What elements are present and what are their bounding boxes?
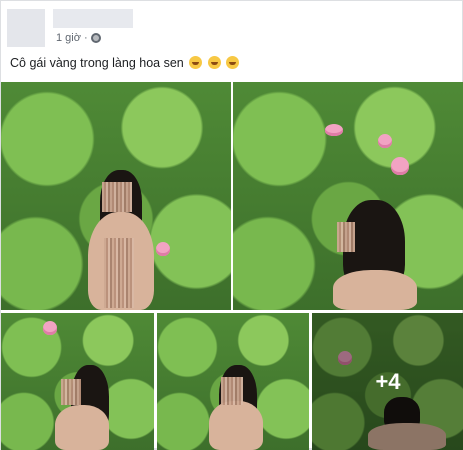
lotus-flower xyxy=(325,124,343,136)
woman-figure xyxy=(53,365,113,450)
lotus-flower xyxy=(43,321,57,335)
post-meta: 1 giờ · xyxy=(56,32,101,44)
lotus-flower xyxy=(156,242,170,256)
post-time[interactable]: 1 giờ xyxy=(56,32,81,44)
post-photo-2[interactable] xyxy=(233,82,463,310)
post-caption: Cô gái vàng trong làng hoa sen xyxy=(10,56,240,70)
woman-figure xyxy=(86,170,156,310)
more-photos-count[interactable]: +4 xyxy=(375,369,400,395)
author-name-redacted[interactable] xyxy=(53,9,133,28)
woman-figure xyxy=(209,365,264,450)
dot-separator: · xyxy=(83,32,88,44)
post-photo-4[interactable] xyxy=(157,313,309,450)
lotus-flower xyxy=(378,134,392,148)
caption-text: Cô gái vàng trong làng hoa sen xyxy=(10,56,184,70)
avatar[interactable] xyxy=(7,9,45,47)
post-photo-1[interactable] xyxy=(1,82,231,310)
more-photos-overlay[interactable]: +4 xyxy=(312,313,463,450)
post-photo-5[interactable]: +4 xyxy=(312,313,463,450)
feed-post: 1 giờ · Cô gái vàng trong làng hoa sen +… xyxy=(0,0,463,450)
laughing-emoji-icon xyxy=(189,56,203,69)
post-photo-3[interactable] xyxy=(1,313,154,450)
woman-figure xyxy=(333,200,423,310)
laughing-emoji-icon xyxy=(226,56,240,69)
lotus-flower xyxy=(391,157,409,175)
globe-icon[interactable] xyxy=(90,33,101,43)
laughing-emoji-icon xyxy=(207,56,221,69)
